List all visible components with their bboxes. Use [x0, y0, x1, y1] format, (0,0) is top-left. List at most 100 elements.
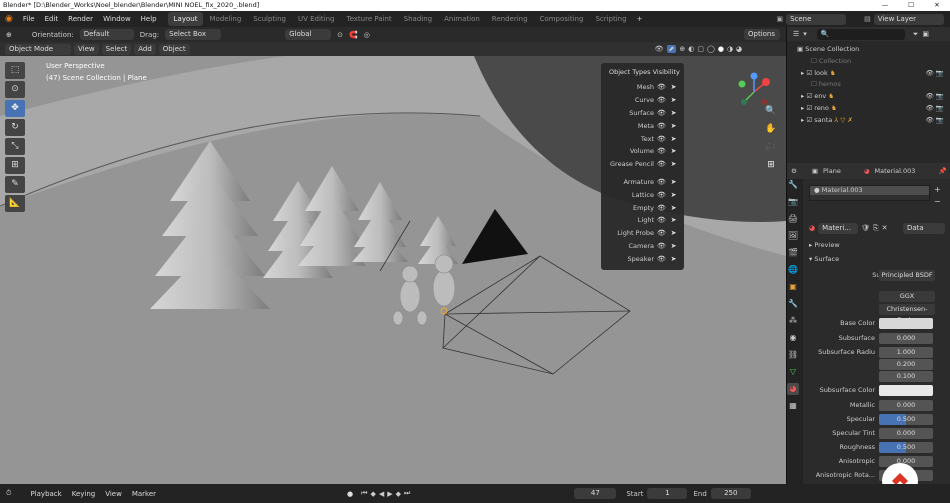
view-layer-selector[interactable]: View Layer: [873, 13, 944, 25]
maximize-button[interactable]: ☐: [898, 0, 924, 11]
eye-icon[interactable]: 👁: [657, 122, 666, 130]
remove-slot-button[interactable]: −: [934, 197, 941, 206]
eye-icon[interactable]: 👁: [657, 147, 666, 155]
visibility-row-meta[interactable]: Meta 👁 ➤: [601, 119, 684, 132]
pivot-icon[interactable]: ⊙: [337, 31, 343, 39]
cursor-arrow-icon[interactable]: ➤: [669, 255, 678, 263]
record-icon[interactable]: ●: [347, 490, 353, 498]
solid-shading-icon[interactable]: ●: [718, 45, 724, 53]
measure-tool-icon[interactable]: 📐: [5, 195, 25, 212]
modifier-tab-icon[interactable]: 🔧: [787, 298, 799, 310]
material-slot-list[interactable]: ● Material.003: [809, 185, 930, 201]
subsurface-radius-y-field[interactable]: 0.200: [879, 359, 933, 370]
surface-shader-selector[interactable]: Principled BSDF: [879, 270, 935, 281]
select-menu[interactable]: Select: [101, 43, 132, 55]
particles-tab-icon[interactable]: ⁂: [787, 315, 799, 327]
menu-edit[interactable]: Edit: [40, 15, 64, 23]
move-tool-icon[interactable]: ✥: [5, 100, 25, 117]
view-layer-icon[interactable]: ▤: [864, 15, 871, 23]
jump-end-icon[interactable]: ⏭: [404, 489, 410, 498]
cursor-arrow-icon[interactable]: ➤: [669, 96, 678, 104]
outliner-row[interactable]: ▸ ☑ reno ♞ 👁 📷: [797, 103, 950, 115]
cursor-arrow-icon[interactable]: ➤: [669, 204, 678, 212]
close-button[interactable]: ✕: [924, 0, 950, 11]
cursor-arrow-icon[interactable]: ➤: [669, 83, 678, 91]
eye-icon[interactable]: 👁: [657, 135, 666, 143]
transform-orientation-dropdown[interactable]: Global: [285, 29, 332, 40]
wireframe-shading-icon[interactable]: ◯: [707, 45, 715, 53]
gizmo-icon[interactable]: ⊕: [679, 45, 685, 53]
subsurface-radius-x-field[interactable]: 1.000: [879, 347, 933, 358]
browse-material-icon[interactable]: ◕: [809, 224, 815, 232]
blender-logo-icon[interactable]: ◉: [0, 14, 18, 24]
roughness-slider[interactable]: 0.500: [879, 442, 933, 453]
visibility-row-empty[interactable]: Empty 👁 ➤: [601, 201, 684, 214]
current-frame-field[interactable]: 47: [574, 488, 617, 499]
tab-modeling[interactable]: Modeling: [203, 12, 247, 26]
outliner-display-icon[interactable]: ▾: [803, 30, 807, 38]
link-dropdown[interactable]: Data: [903, 222, 945, 234]
cursor-arrow-icon[interactable]: ➤: [669, 109, 678, 117]
annotate-tool-icon[interactable]: ✎: [5, 176, 25, 193]
cursor-arrow-icon[interactable]: ➤: [669, 147, 678, 155]
visibility-row-mesh[interactable]: Mesh 👁 ➤: [601, 81, 684, 94]
output-tab-icon[interactable]: 🖨: [787, 213, 799, 225]
view-layer-tab-icon[interactable]: 🖼: [787, 230, 799, 242]
visibility-row-volume[interactable]: Volume 👁 ➤: [601, 145, 684, 158]
physics-tab-icon[interactable]: ◉: [787, 332, 799, 344]
new-collection-icon[interactable]: ▣: [922, 30, 929, 38]
rendered-shading-icon[interactable]: ◕: [736, 45, 742, 53]
preview-panel-header[interactable]: ▸ Preview: [809, 241, 840, 249]
visibility-row-camera[interactable]: Camera 👁 ➤: [601, 240, 684, 253]
pin-icon[interactable]: 📌: [939, 167, 947, 175]
tab-scripting[interactable]: Scripting: [589, 12, 632, 26]
zoom-icon[interactable]: 🔍: [764, 104, 778, 118]
pan-hand-icon[interactable]: ✋: [764, 122, 778, 136]
menu-help[interactable]: Help: [136, 15, 162, 23]
play-icon[interactable]: ▶: [387, 490, 392, 498]
subsurface-field[interactable]: 0.000: [879, 333, 933, 344]
constraints-tab-icon[interactable]: ⛓: [787, 349, 799, 361]
object-menu[interactable]: Object: [158, 43, 190, 55]
orientation-dropdown[interactable]: Default: [79, 29, 134, 40]
properties-editor-icon[interactable]: ⚙: [791, 167, 797, 175]
grid-icon[interactable]: ⊞: [764, 158, 778, 172]
metallic-field[interactable]: 0.000: [879, 400, 933, 411]
cursor-arrow-icon[interactable]: ➤: [669, 160, 678, 168]
scene-selector[interactable]: Scene: [786, 13, 847, 25]
outliner-editor-icon[interactable]: ☰: [793, 30, 799, 38]
outliner-search-input[interactable]: 🔍: [816, 28, 905, 40]
tab-uv-editing[interactable]: UV Editing: [292, 12, 341, 26]
cursor-arrow-icon[interactable]: ➤: [669, 216, 678, 224]
material-datablock[interactable]: Materi...: [818, 222, 859, 234]
marker-menu[interactable]: Marker: [127, 490, 161, 498]
scene-icon[interactable]: ▣: [776, 15, 783, 23]
checkbox-icon[interactable]: ☐: [811, 57, 819, 65]
world-tab-icon[interactable]: 🌐: [787, 264, 799, 276]
eye-icon[interactable]: 👁: [657, 109, 666, 117]
subsurface-color-swatch[interactable]: [879, 385, 933, 396]
menu-file[interactable]: File: [18, 15, 40, 23]
filter-icon[interactable]: ⏷: [913, 30, 919, 39]
xray-icon[interactable]: ▢: [697, 45, 704, 53]
cursor-arrow-icon[interactable]: ➤: [669, 191, 678, 199]
outliner-row[interactable]: ☐ hemos: [797, 79, 950, 91]
add-menu[interactable]: Add: [134, 43, 156, 55]
base-color-swatch[interactable]: [879, 318, 933, 329]
eye-icon[interactable]: 👁: [657, 242, 666, 250]
select-box-tool-icon[interactable]: ⬚: [5, 62, 25, 79]
eye-icon[interactable]: 👁: [657, 191, 666, 199]
jump-start-icon[interactable]: ⏮: [361, 489, 367, 498]
visibility-row-surface[interactable]: Surface 👁 ➤: [601, 107, 684, 120]
visibility-row-grease-pencil[interactable]: Grease Pencil 👁 ➤: [601, 158, 684, 171]
visibility-icon[interactable]: 👁: [655, 45, 664, 53]
eye-icon[interactable]: 👁: [657, 178, 666, 186]
surface-panel-header[interactable]: ▾ Surface: [809, 255, 839, 263]
view-menu[interactable]: View: [74, 43, 99, 55]
tab-texture-paint[interactable]: Texture Paint: [341, 12, 398, 26]
next-keyframe-icon[interactable]: ◆: [396, 490, 401, 498]
checkbox-icon[interactable]: ☐: [811, 80, 819, 88]
prev-keyframe-icon[interactable]: ◆: [370, 490, 375, 498]
tab-shading[interactable]: Shading: [398, 12, 438, 26]
outliner-row[interactable]: ▸ ☑ look ♞ 👁 📷: [797, 68, 950, 80]
